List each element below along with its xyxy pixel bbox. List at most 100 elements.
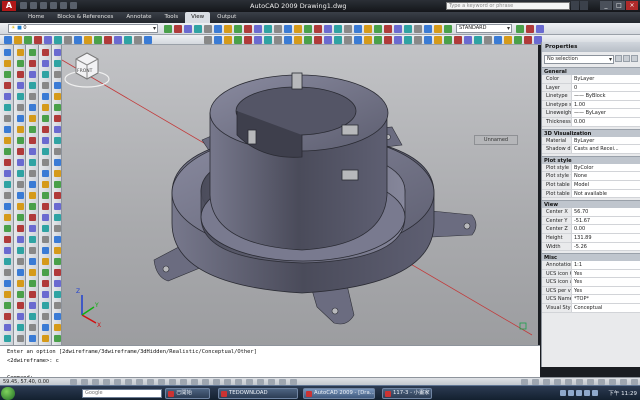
palette-tool-icon[interactable] [29, 126, 36, 133]
property-row[interactable]: Material ByLayer [542, 136, 640, 146]
property-row[interactable]: Center X 56.70 [542, 208, 640, 217]
toolbar-tool-icon[interactable] [344, 25, 352, 33]
toolbar-tool-icon[interactable] [214, 36, 222, 44]
palette-tool-icon[interactable] [3, 49, 11, 56]
toolbar-tool-icon[interactable] [14, 36, 22, 44]
palette-tool-icon[interactable] [53, 280, 61, 287]
property-row[interactable]: Color ByLayer [542, 75, 640, 84]
palette-tool-icon[interactable] [29, 60, 36, 67]
palette-tool-icon[interactable] [16, 82, 24, 89]
properties-section-header[interactable]: Plot style [542, 155, 640, 164]
palette-tool-icon[interactable] [53, 225, 61, 232]
property-row[interactable]: Thickness 0.00 [542, 117, 640, 127]
palette-tool-icon[interactable] [3, 324, 11, 331]
properties-section-header[interactable]: View [542, 200, 640, 209]
command-line[interactable]: Enter an option [2dwireframe/3dwireframe… [0, 345, 540, 381]
undo-icon[interactable] [50, 2, 57, 9]
palette-tool-icon[interactable] [3, 93, 11, 100]
property-value[interactable]: ByLayer [572, 75, 640, 83]
toolbar-tool-icon[interactable] [314, 25, 322, 33]
property-row[interactable]: Plot table ty...Not available [542, 189, 640, 199]
property-value[interactable]: Model [572, 180, 640, 189]
palette-tool-icon[interactable] [53, 203, 61, 210]
toolbar-tool-icon[interactable] [514, 36, 522, 44]
communication-center-icon[interactable] [580, 1, 588, 10]
search-icon[interactable] [571, 1, 579, 10]
toolbar-tool-icon[interactable] [64, 36, 72, 44]
palette-tool-icon[interactable] [29, 82, 36, 89]
palette-tool-icon[interactable] [3, 159, 11, 166]
property-row[interactable]: UCS icon OnYes [542, 269, 640, 279]
layer-dropdown[interactable]: ☀ ■ 0 [8, 24, 158, 33]
palette-tool-icon[interactable] [16, 280, 24, 287]
property-value[interactable]: ByLayer [572, 136, 640, 145]
palette-tool-icon[interactable] [42, 170, 49, 177]
palette-tool-icon[interactable] [53, 170, 61, 177]
palette-tool-icon[interactable] [3, 60, 11, 67]
palette-tool-icon[interactable] [3, 335, 11, 342]
palette-tool-icon[interactable] [16, 192, 24, 199]
property-value[interactable]: -5.26 [572, 242, 640, 251]
palette-tool-icon[interactable] [16, 247, 24, 254]
property-value[interactable]: -51.67 [572, 216, 640, 225]
toolbar-tool-icon[interactable] [374, 36, 382, 44]
palette-tool-icon[interactable] [29, 269, 36, 276]
property-row[interactable]: Plot table at...Model [542, 180, 640, 190]
property-value[interactable]: Casts and Recei... [572, 145, 640, 153]
toolbar-tool-icon[interactable] [104, 36, 112, 44]
palette-tool-icon[interactable] [29, 280, 36, 287]
toolbar-tool-icon[interactable] [124, 36, 132, 44]
selection-dropdown[interactable]: No selection [544, 55, 614, 64]
toolbar-tool-icon[interactable] [234, 36, 242, 44]
toolbar-tool-icon[interactable] [484, 36, 492, 44]
palette-tool-icon[interactable] [53, 137, 61, 144]
palette-tool-icon[interactable] [29, 115, 36, 122]
palette-tool-icon[interactable] [42, 82, 49, 89]
toolbar-tool-icon[interactable] [334, 25, 342, 33]
palette-tool-icon[interactable] [42, 214, 49, 221]
toolbar-tool-icon[interactable] [524, 36, 532, 44]
palette-tool-icon[interactable] [29, 49, 36, 56]
toolbar-tool-icon[interactable] [526, 25, 534, 33]
toolbar-tool-icon[interactable] [364, 25, 372, 33]
palette-tool-icon[interactable] [29, 225, 36, 232]
palette-tool-icon[interactable] [42, 60, 49, 67]
palette-tool-icon[interactable] [42, 291, 49, 298]
help-search-input[interactable]: Type a keyword or phrase [446, 2, 570, 10]
properties-section-header[interactable]: Misc [542, 253, 640, 262]
palette-tool-icon[interactable] [16, 214, 24, 221]
palette-tool-icon[interactable] [3, 137, 11, 144]
properties-section-header[interactable]: General [542, 67, 640, 75]
palette-tool-icon[interactable] [53, 104, 61, 111]
quick-select-icon[interactable] [631, 55, 638, 62]
property-value[interactable]: Not available [572, 189, 640, 198]
palette-tool-icon[interactable] [29, 203, 36, 210]
plot-icon[interactable] [70, 2, 77, 9]
toolbar-tool-icon[interactable] [404, 25, 412, 33]
toolbar-tool-icon[interactable] [394, 25, 402, 33]
palette-tool-icon[interactable] [3, 280, 11, 287]
palette-tool-icon[interactable] [16, 181, 24, 188]
palette-tool-icon[interactable] [42, 258, 49, 265]
palette-tool-icon[interactable] [53, 93, 61, 100]
palette-tool-icon[interactable] [42, 159, 49, 166]
toolbar-tool-icon[interactable] [74, 36, 82, 44]
palette-tool-icon[interactable] [3, 71, 11, 78]
palette-tool-icon[interactable] [29, 148, 36, 155]
palette-tool-icon[interactable] [53, 49, 61, 56]
palette-tool-icon[interactable] [16, 236, 24, 243]
palette-tool-icon[interactable] [3, 181, 11, 188]
property-value[interactable]: Yes [572, 278, 640, 286]
palette-tool-icon[interactable] [42, 236, 49, 243]
toolbar-tool-icon[interactable] [536, 25, 544, 33]
property-row[interactable]: UCS per vie...Yes [542, 286, 640, 296]
palette-tool-icon[interactable] [16, 148, 24, 155]
palette-tool-icon[interactable] [42, 225, 49, 232]
palette-tool-icon[interactable] [42, 115, 49, 122]
toolbar-tool-icon[interactable] [164, 25, 172, 33]
tray-icon[interactable] [592, 390, 598, 396]
palette-tool-icon[interactable] [53, 247, 61, 254]
new-icon[interactable] [20, 2, 27, 9]
toolbar-tool-icon[interactable] [414, 36, 422, 44]
palette-tool-icon[interactable] [16, 137, 24, 144]
